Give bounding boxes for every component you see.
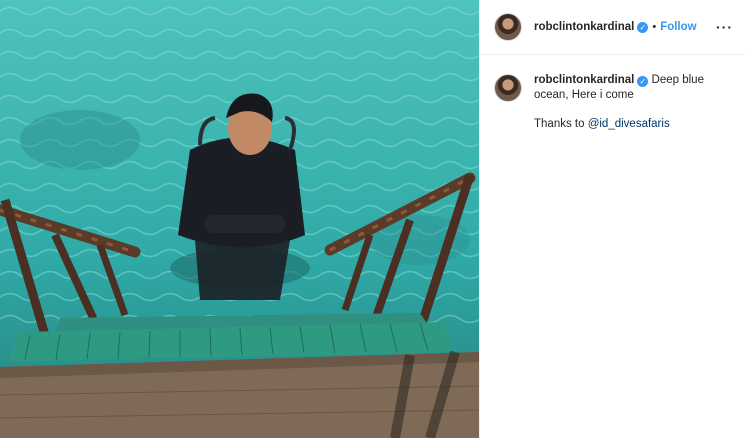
thanks-prefix: Thanks to — [534, 118, 588, 130]
separator-dot: • — [652, 21, 657, 33]
caption-comment: robclintonkardinal ✓ Deep blue ocean, Her… — [480, 55, 745, 132]
verified-badge-icon: ✓ — [637, 76, 649, 87]
post-photo[interactable] — [0, 0, 479, 438]
avatar[interactable] — [494, 74, 522, 102]
diver-on-ladder-photo — [0, 0, 479, 438]
follow-button[interactable]: Follow — [660, 21, 696, 33]
avatar[interactable] — [494, 13, 522, 41]
mention-link[interactable]: @id_divesafaris — [588, 118, 670, 130]
caption-thanks: Thanks to @id_divesafaris — [534, 117, 733, 132]
post-header: robclintonkardinal ✓ • Follow ··· — [480, 0, 745, 55]
post-sidebar: robclintonkardinal ✓ • Follow ··· robcli… — [479, 0, 745, 438]
more-options-icon[interactable]: ··· — [716, 19, 733, 35]
caption-text-block: robclintonkardinal ✓ Deep blue ocean, Her… — [534, 73, 733, 132]
caption-username[interactable]: robclintonkardinal — [534, 74, 634, 86]
verified-badge-icon: ✓ — [637, 21, 649, 33]
header-username[interactable]: robclintonkardinal — [534, 21, 634, 33]
